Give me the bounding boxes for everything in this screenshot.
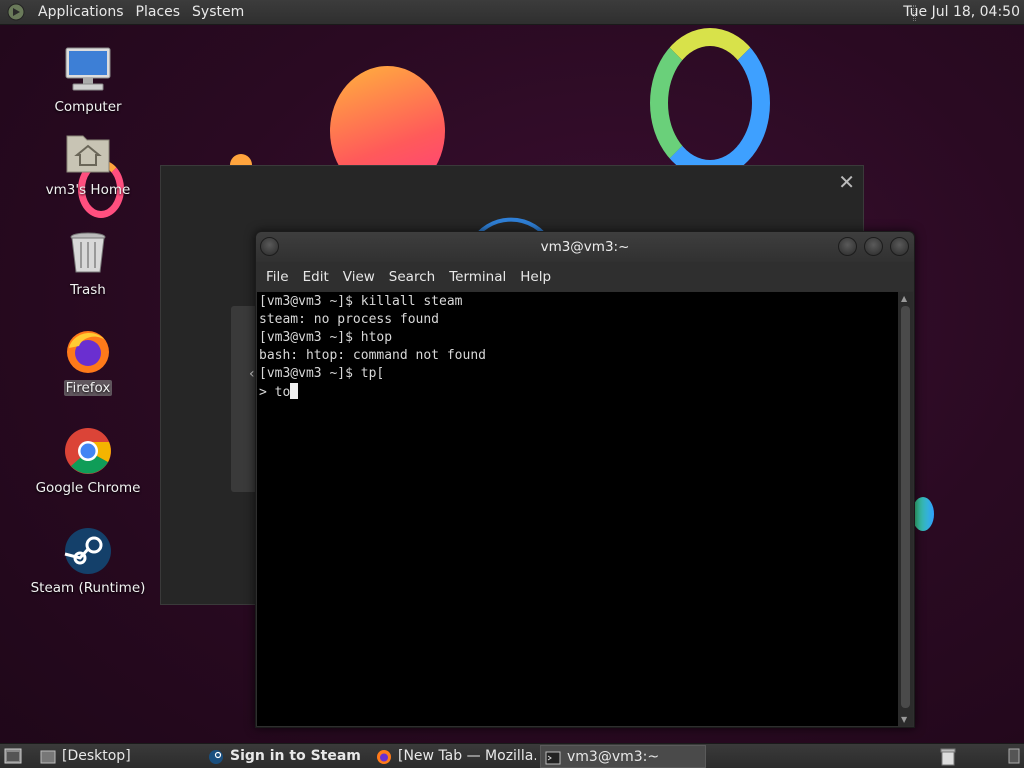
window-menu-button[interactable] xyxy=(260,237,279,256)
show-desktop-icon[interactable] xyxy=(4,748,22,764)
terminal-menubar: File Edit View Search Terminal Help xyxy=(256,262,914,291)
chrome-icon xyxy=(63,426,113,476)
desktop-icon-label: Computer xyxy=(54,99,122,115)
home-folder-icon xyxy=(63,128,113,178)
scrollbar-thumb[interactable] xyxy=(901,306,910,708)
task-steam-signin[interactable]: Sign in to Steam xyxy=(204,745,364,768)
terminal-output[interactable]: [vm3@vm3 ~]$ killall steam steam: no pro… xyxy=(257,292,898,726)
desktop-icon-computer[interactable]: Computer xyxy=(28,45,148,115)
bottom-taskbar: [Desktop] Sign in to Steam [New Tab — Mo… xyxy=(0,743,1024,768)
terminal-icon xyxy=(545,751,561,765)
minimize-button[interactable] xyxy=(838,237,857,256)
desktop-icon-label: Trash xyxy=(70,282,106,298)
wallpaper-teal-blob xyxy=(912,497,934,531)
menu-terminal[interactable]: Terminal xyxy=(442,269,513,285)
terminal-titlebar[interactable]: vm3@vm3:~ xyxy=(256,232,914,262)
applications-menu[interactable]: Applications xyxy=(32,4,130,20)
terminal-input-line: > to xyxy=(259,383,896,401)
desktop-icon-steam[interactable]: Steam (Runtime) xyxy=(28,526,148,596)
terminal-line: bash: htop: command not found xyxy=(259,348,486,363)
workspace-switcher-icon[interactable] xyxy=(1008,748,1020,764)
menu-file[interactable]: File xyxy=(259,269,296,285)
task-label: [Desktop] xyxy=(62,748,131,764)
task-desktop[interactable]: [Desktop] xyxy=(36,745,196,768)
computer-icon xyxy=(63,45,113,95)
desktop-icon-home[interactable]: vm3's Home xyxy=(28,128,148,198)
scroll-down-arrow-icon[interactable]: ▼ xyxy=(901,715,907,724)
system-menu[interactable]: System xyxy=(186,4,250,20)
task-label: Sign in to Steam xyxy=(230,748,361,764)
task-firefox[interactable]: [New Tab — Mozilla… xyxy=(372,745,536,768)
menu-view[interactable]: View xyxy=(336,269,382,285)
steam-icon xyxy=(209,750,223,764)
terminal-title: vm3@vm3:~ xyxy=(540,239,630,255)
desktop-icon-trash[interactable]: Trash xyxy=(28,228,148,298)
task-label: vm3@vm3:~ xyxy=(567,749,660,765)
desktop-icon-label: Google Chrome xyxy=(35,480,141,496)
close-icon[interactable]: ✕ xyxy=(838,170,855,194)
trash-icon xyxy=(63,228,113,278)
steam-icon xyxy=(63,526,113,576)
desktop-icon-label: Steam (Runtime) xyxy=(30,580,146,596)
menu-help[interactable]: Help xyxy=(513,269,558,285)
terminal-current-input: > to xyxy=(259,385,291,400)
scroll-up-arrow-icon[interactable]: ▲ xyxy=(901,294,907,303)
terminal-line: [vm3@vm3 ~]$ htop xyxy=(259,330,393,345)
task-label: [New Tab — Mozilla… xyxy=(398,748,536,764)
places-menu[interactable]: Places xyxy=(130,4,187,20)
maximize-button[interactable] xyxy=(864,237,883,256)
menu-edit[interactable]: Edit xyxy=(296,269,336,285)
desktop-icon-label: vm3's Home xyxy=(45,182,131,198)
panel-clock[interactable]: Tue Jul 18, 04:50 xyxy=(903,4,1020,20)
desktop-icon-label: Firefox xyxy=(63,380,113,396)
terminal-line: [vm3@vm3 ~]$ killall steam xyxy=(259,294,463,309)
desktop-icon-firefox[interactable]: Firefox xyxy=(28,326,148,396)
terminal-window[interactable]: vm3@vm3:~ File Edit View Search Terminal… xyxy=(255,231,915,728)
top-panel: Applications Places System Tue Jul 18, 0… xyxy=(0,0,1024,25)
task-terminal[interactable]: vm3@vm3:~ xyxy=(540,745,706,768)
firefox-icon xyxy=(63,326,113,376)
close-button[interactable] xyxy=(890,237,909,256)
chevron-left-icon[interactable]: ‹ xyxy=(249,366,255,382)
text-cursor xyxy=(290,383,299,399)
wallpaper-ring xyxy=(650,28,770,178)
distro-logo-icon[interactable] xyxy=(6,2,26,22)
firefox-icon xyxy=(377,750,391,764)
desktop-icon xyxy=(40,750,56,764)
terminal-scrollbar[interactable]: ▲ ▼ xyxy=(898,292,913,726)
desktop-icon-chrome[interactable]: Google Chrome xyxy=(28,426,148,496)
terminal-line: [vm3@vm3 ~]$ tp[ xyxy=(259,366,385,381)
terminal-line: steam: no process found xyxy=(259,312,440,327)
menu-search[interactable]: Search xyxy=(382,269,442,285)
trash-applet-icon[interactable] xyxy=(940,748,956,766)
